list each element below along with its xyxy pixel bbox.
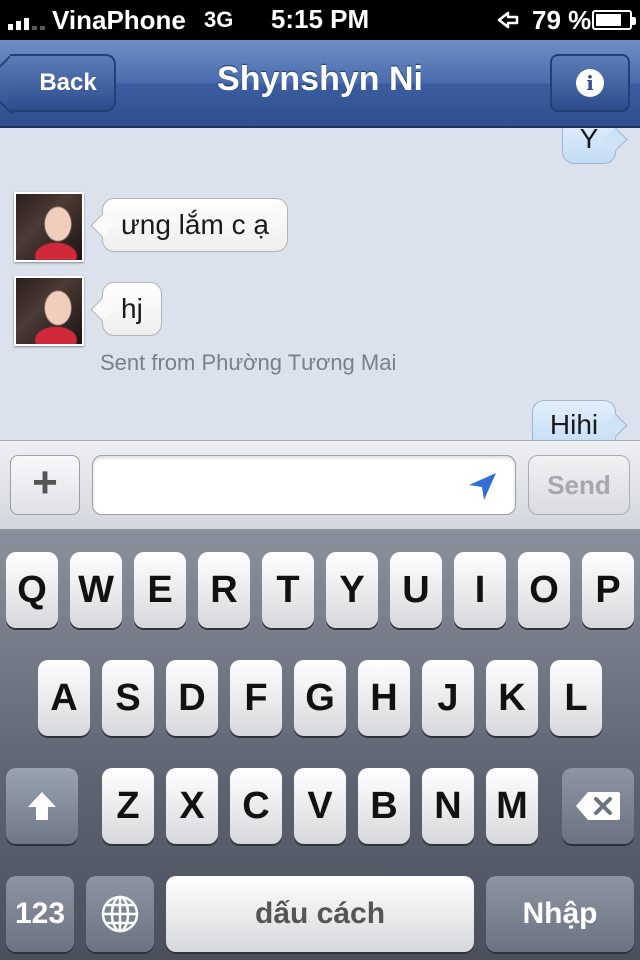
key-g[interactable]: G bbox=[294, 660, 346, 736]
send-button[interactable]: Send bbox=[528, 455, 630, 515]
key-r[interactable]: R bbox=[198, 552, 250, 628]
plus-icon: + bbox=[32, 458, 58, 507]
key-d[interactable]: D bbox=[166, 660, 218, 736]
key-z[interactable]: Z bbox=[102, 768, 154, 844]
key-e[interactable]: E bbox=[134, 552, 186, 628]
info-icon: i bbox=[576, 69, 604, 97]
location-arrow-icon[interactable] bbox=[466, 471, 498, 503]
battery-percentage: 79 % bbox=[532, 5, 592, 35]
contact-avatar[interactable] bbox=[14, 276, 84, 346]
outgoing-message-bubble[interactable]: Y bbox=[562, 128, 616, 164]
key-c[interactable]: C bbox=[230, 768, 282, 844]
message-thread[interactable]: Y ưng lắm c ạ hj Sent from Phường Tương … bbox=[0, 128, 640, 440]
key-t[interactable]: T bbox=[262, 552, 314, 628]
navigation-bar: Back Shynshyn Ni i bbox=[0, 40, 640, 128]
back-button[interactable]: Back bbox=[10, 54, 116, 112]
return-key[interactable]: Nhập bbox=[486, 876, 634, 952]
delete-icon bbox=[576, 792, 620, 820]
delete-key[interactable] bbox=[562, 768, 634, 844]
key-f[interactable]: F bbox=[230, 660, 282, 736]
key-j[interactable]: J bbox=[422, 660, 474, 736]
key-y[interactable]: Y bbox=[326, 552, 378, 628]
signal-bars-icon bbox=[8, 10, 45, 30]
key-a[interactable]: A bbox=[38, 660, 90, 736]
key-n[interactable]: N bbox=[422, 768, 474, 844]
key-u[interactable]: U bbox=[390, 552, 442, 628]
key-b[interactable]: B bbox=[358, 768, 410, 844]
key-x[interactable]: X bbox=[166, 768, 218, 844]
space-key[interactable]: dấu cách bbox=[166, 876, 474, 952]
incoming-message-bubble[interactable]: ưng lắm c ạ bbox=[102, 198, 288, 252]
outgoing-message-bubble[interactable]: Hihi bbox=[532, 400, 616, 440]
globe-icon bbox=[101, 895, 139, 933]
key-p[interactable]: P bbox=[582, 552, 634, 628]
key-l[interactable]: L bbox=[550, 660, 602, 736]
shift-icon bbox=[28, 792, 56, 820]
incoming-message-bubble[interactable]: hj bbox=[102, 282, 162, 336]
battery-level-fill bbox=[596, 14, 621, 26]
status-bar: VinaPhone 3G 5:15 PM 79 % bbox=[0, 0, 640, 40]
shift-key[interactable] bbox=[6, 768, 78, 844]
globe-key[interactable] bbox=[86, 876, 154, 952]
sent-location-note: Sent from Phường Tương Mai bbox=[100, 350, 397, 375]
key-k[interactable]: K bbox=[486, 660, 538, 736]
key-v[interactable]: V bbox=[294, 768, 346, 844]
key-i[interactable]: I bbox=[454, 552, 506, 628]
info-button[interactable]: i bbox=[550, 54, 630, 112]
keyboard: Q W E R T Y U I O P A S D F G H J K L Z … bbox=[0, 530, 640, 960]
carrier-name: VinaPhone bbox=[52, 5, 186, 35]
battery-charging-icon bbox=[592, 10, 636, 30]
key-h[interactable]: H bbox=[358, 660, 410, 736]
key-m[interactable]: M bbox=[486, 768, 538, 844]
contact-avatar[interactable] bbox=[14, 192, 84, 262]
message-input-bar: + Send bbox=[0, 440, 640, 530]
location-services-arrow-icon bbox=[497, 11, 519, 29]
network-type: 3G bbox=[204, 7, 234, 32]
key-q[interactable]: Q bbox=[6, 552, 58, 628]
numbers-key[interactable]: 123 bbox=[6, 876, 74, 952]
key-o[interactable]: O bbox=[518, 552, 570, 628]
message-input[interactable] bbox=[92, 455, 516, 515]
key-w[interactable]: W bbox=[70, 552, 122, 628]
key-s[interactable]: S bbox=[102, 660, 154, 736]
add-attachment-button[interactable]: + bbox=[10, 455, 80, 515]
